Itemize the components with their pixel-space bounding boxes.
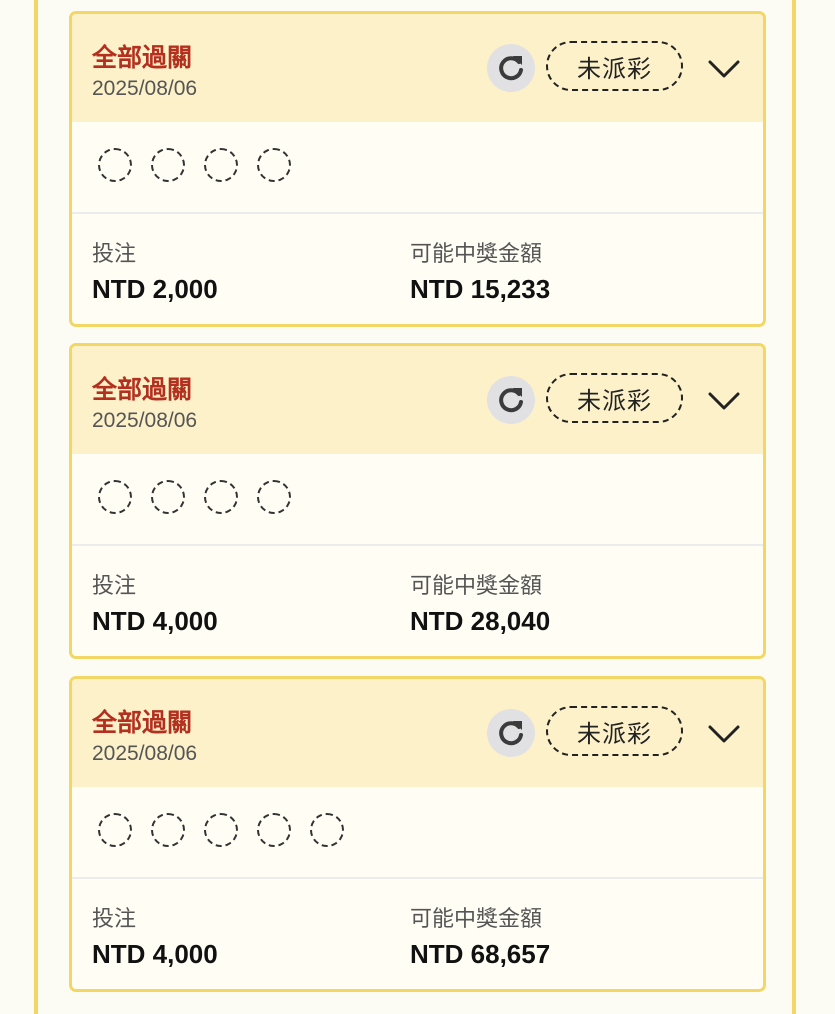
refresh-icon <box>499 56 523 81</box>
payout-value: NTD 15,233 <box>410 274 551 304</box>
dashed-circle-icon <box>151 480 185 514</box>
refresh-button[interactable] <box>487 709 535 757</box>
dashed-circle-icon <box>204 480 238 514</box>
bet-type-label: 全部過關 <box>92 44 193 72</box>
stake-label: 投注 <box>92 906 137 931</box>
payout-value: NTD 68,657 <box>410 939 551 969</box>
stake-value: NTD 4,000 <box>92 939 218 969</box>
dashed-circle-icon <box>151 813 185 847</box>
status-badge: 未派彩 <box>546 373 683 423</box>
bet-date: 2025/08/06 <box>92 409 198 432</box>
payout-value: NTD 28,040 <box>410 606 551 636</box>
bet-date: 2025/08/06 <box>92 77 198 100</box>
bet-date: 2025/08/06 <box>92 742 198 765</box>
stake-value: NTD 2,000 <box>92 274 218 304</box>
dashed-circle-icon <box>98 813 132 847</box>
bet-legs-row <box>72 454 763 546</box>
refresh-icon <box>499 388 523 413</box>
status-badge: 未派彩 <box>546 41 683 91</box>
refresh-button[interactable] <box>487 376 535 424</box>
payout-label: 可能中獎金額 <box>410 906 543 931</box>
dashed-circle-icon <box>257 480 291 514</box>
payout-label: 可能中獎金額 <box>410 573 543 598</box>
expand-button[interactable] <box>704 54 744 82</box>
bet-card[interactable]: 全部過關 2025/08/06 未派彩 投注 NTD 4,000 可能中獎金額 … <box>69 343 766 659</box>
refresh-button[interactable] <box>487 44 535 92</box>
bet-card[interactable]: 全部過關 2025/08/06 未派彩 投注 NTD 2,000 可能中獎金額 … <box>69 11 766 327</box>
chevron-down-icon <box>708 60 740 78</box>
bet-card-header[interactable]: 全部過關 2025/08/06 未派彩 <box>72 14 763 122</box>
bet-card[interactable]: 全部過關 2025/08/06 未派彩 投注 NTD 4,000 可能中獎金額 … <box>69 676 766 992</box>
bet-summary: 投注 NTD 4,000 可能中獎金額 NTD 68,657 <box>72 879 763 989</box>
bet-type-label: 全部過關 <box>92 376 193 404</box>
bet-legs-row <box>72 122 763 214</box>
chevron-down-icon <box>708 725 740 743</box>
dashed-circle-icon <box>98 480 132 514</box>
dashed-circle-icon <box>257 148 291 182</box>
bet-card-header[interactable]: 全部過關 2025/08/06 未派彩 <box>72 346 763 454</box>
bet-card-header[interactable]: 全部過關 2025/08/06 未派彩 <box>72 679 763 787</box>
payout-label: 可能中獎金額 <box>410 241 543 266</box>
dashed-circle-icon <box>310 813 344 847</box>
bet-legs-row <box>72 787 763 879</box>
dashed-circle-icon <box>204 148 238 182</box>
chevron-down-icon <box>708 392 740 410</box>
stake-label: 投注 <box>92 573 137 598</box>
dashed-circle-icon <box>204 813 238 847</box>
stake-value: NTD 4,000 <box>92 606 218 636</box>
bet-type-label: 全部過關 <box>92 709 193 737</box>
status-badge: 未派彩 <box>546 706 683 756</box>
dashed-circle-icon <box>151 148 185 182</box>
bet-summary: 投注 NTD 4,000 可能中獎金額 NTD 28,040 <box>72 546 763 656</box>
bet-summary: 投注 NTD 2,000 可能中獎金額 NTD 15,233 <box>72 214 763 324</box>
stake-label: 投注 <box>92 241 137 266</box>
refresh-icon <box>499 721 523 746</box>
dashed-circle-icon <box>98 148 132 182</box>
expand-button[interactable] <box>704 386 744 414</box>
expand-button[interactable] <box>704 719 744 747</box>
dashed-circle-icon <box>257 813 291 847</box>
